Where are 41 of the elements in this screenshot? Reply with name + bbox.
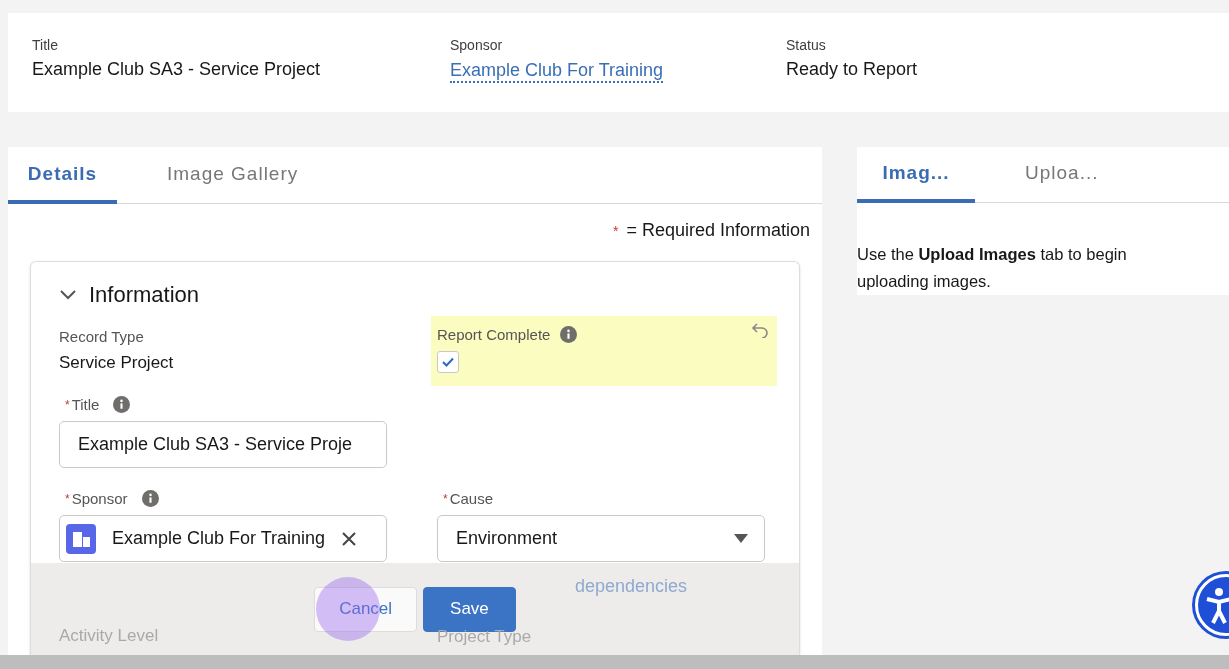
sponsor-link[interactable]: Example Club For Training	[450, 59, 664, 83]
field-label: Activity Level	[59, 626, 159, 646]
undo-icon[interactable]	[751, 322, 769, 338]
field-label: Sponsor	[450, 37, 504, 53]
info-icon	[560, 326, 578, 343]
field-label: Title	[32, 37, 59, 53]
field-label: Sponsor	[71, 490, 128, 507]
cause-select[interactable]: Environment	[437, 515, 765, 562]
field-value: Example Club SA3 - Service Project	[32, 59, 322, 80]
checkbox[interactable]	[437, 351, 459, 373]
caret-icon	[734, 534, 748, 543]
chevron-icon	[59, 289, 77, 301]
check-icon	[442, 357, 454, 367]
info-icon	[113, 396, 131, 413]
upload-message: Use the Upload Images tab to begin uploading images.	[857, 244, 1128, 292]
cancel-button[interactable]: Cancel	[314, 586, 418, 632]
field-label: Title	[71, 396, 100, 413]
required-asterisk: *	[612, 223, 619, 239]
field-label: Cause	[449, 490, 494, 507]
field-value: Ready to Report	[786, 59, 919, 80]
title-input[interactable]: Example Club SA3 - Service Proje	[59, 421, 387, 468]
lookup-value: Example Club For Training	[112, 528, 326, 549]
field-value: Service Project	[59, 353, 175, 373]
person-icon	[1204, 585, 1229, 625]
close-icon[interactable]	[341, 530, 358, 547]
building-icon	[66, 523, 96, 554]
section-toggle[interactable]: Information	[59, 282, 200, 308]
field-label: Report Complete	[437, 326, 551, 343]
tab[interactable]: Imag...	[857, 147, 975, 203]
tab[interactable]: Details	[8, 147, 117, 204]
tab[interactable]: Image Gallery	[117, 147, 337, 204]
scrollbar[interactable]	[0, 655, 1229, 669]
required-asterisk: *	[443, 491, 448, 506]
required-note: = Required Information	[626, 220, 810, 241]
required-asterisk: *	[65, 397, 70, 412]
tab[interactable]: Uploa...	[975, 147, 1115, 203]
info-icon	[141, 490, 159, 507]
required-asterisk: *	[65, 491, 70, 506]
field-label: Record Type	[59, 328, 145, 345]
sponsor-lookup[interactable]: Example Club For Training	[59, 515, 387, 562]
field-label: Status	[786, 37, 827, 53]
